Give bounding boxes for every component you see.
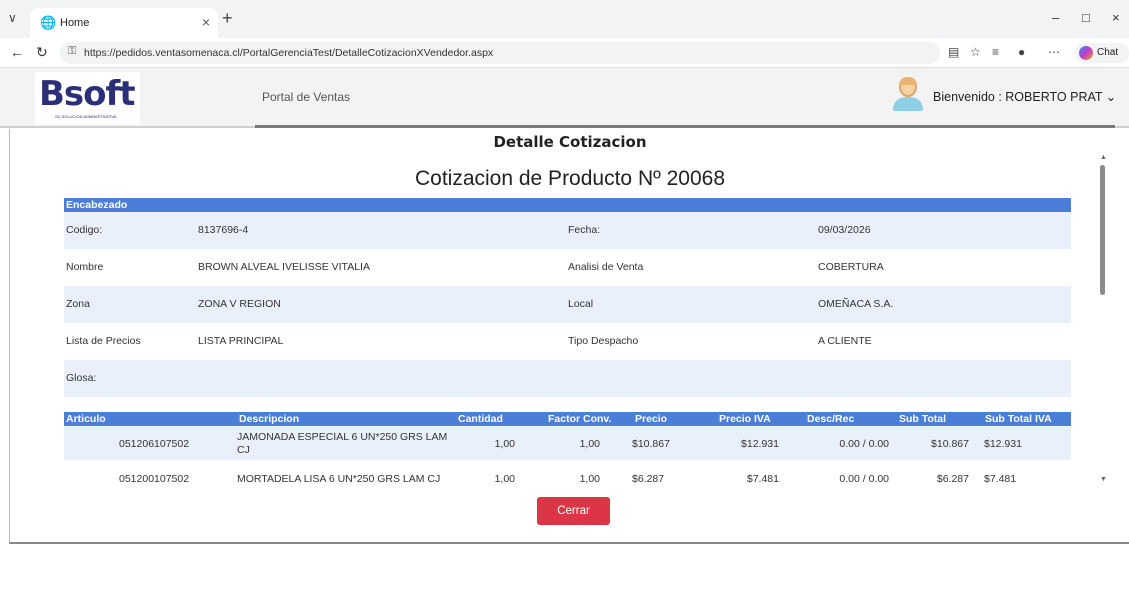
page-title: Detalle Cotizacion xyxy=(493,133,647,151)
cell-sub-total: $10.867 xyxy=(931,438,969,450)
cell-sub-total-iva: $7.481 xyxy=(984,473,1017,485)
scroll-up-icon[interactable]: ▲ xyxy=(1100,154,1107,161)
cell-precio-iva: $7.481 xyxy=(746,473,779,485)
document-title: Cotizacion de Producto Nº 20068 xyxy=(414,167,726,190)
favorite-star-icon[interactable]: ☆ xyxy=(970,45,981,59)
cell-sub-total: $6.287 xyxy=(936,473,969,485)
table-header: Articulo Descripcion Cantidad Factor Con… xyxy=(64,412,1071,426)
field-value: 8137696-4 xyxy=(198,224,249,236)
column-header: Precio xyxy=(635,413,668,425)
field-value: ZONA V REGION xyxy=(198,298,281,310)
cell-desc-rec: 0.00 / 0.00 xyxy=(839,438,889,450)
field-value: 09/03/2026 xyxy=(818,224,871,236)
field-label: Glosa: xyxy=(66,372,97,384)
cell-precio-iva: $12.931 xyxy=(741,438,779,450)
refresh-icon[interactable]: ↻ xyxy=(36,44,48,61)
column-header: Precio IVA xyxy=(719,413,771,425)
maximize-icon[interactable]: □ xyxy=(1082,10,1090,25)
field-label: Lista de Precios xyxy=(66,335,141,347)
chat-button[interactable]: Chat xyxy=(1075,43,1129,63)
info-row: Nombre BROWN ALVEAL IVELISSE VITALIA Ana… xyxy=(64,249,1071,286)
cell-articulo: 051206107502 xyxy=(119,438,190,450)
browser-tab-bar: ∨ 🌐 Home × + – □ × xyxy=(0,0,1129,38)
close-window-icon[interactable]: × xyxy=(1112,10,1120,25)
avatar-hair xyxy=(899,77,917,85)
field-value: BROWN ALVEAL IVELISSE VITALIA xyxy=(198,261,370,273)
field-value: OMEÑACA S.A. xyxy=(818,298,894,310)
browser-tab[interactable]: 🌐 Home × xyxy=(30,8,218,38)
avatar-body xyxy=(893,97,923,111)
cell-descripcion: JAMONADA ESPECIAL 6 UN*250 GRS LAM CJ xyxy=(237,431,448,456)
info-row: Lista de Precios LISTA PRINCIPAL Tipo De… xyxy=(64,323,1071,360)
field-label: Zona xyxy=(66,298,90,310)
back-icon[interactable]: ← xyxy=(10,44,24,60)
field-value: COBERTURA xyxy=(818,261,884,273)
user-menu[interactable]: Bienvenido : ROBERTO PRAT ⌄ xyxy=(933,89,1116,104)
app-header: Bsoft SU SOLUCION ADMINISTRATIVA Portal … xyxy=(0,68,1129,128)
field-label: Tipo Despacho xyxy=(568,335,639,347)
favorites-icon[interactable]: ≡ xyxy=(992,45,999,59)
cell-desc-rec: 0.00 / 0.00 xyxy=(839,473,889,485)
scroll-down-icon[interactable]: ▼ xyxy=(1100,476,1107,483)
more-icon[interactable]: ⋯ xyxy=(1048,45,1060,59)
info-row: Glosa: xyxy=(64,360,1071,397)
column-header: Sub Total IVA xyxy=(985,413,1052,425)
url-text: https://pedidos.ventasomenaca.cl/PortalG… xyxy=(84,47,494,59)
table-row: 051206107502 JAMONADA ESPECIAL 6 UN*250 … xyxy=(64,426,1071,460)
table-row: 051200107502 MORTADELA LISA 6 UN*250 GRS… xyxy=(64,463,1071,497)
column-header: Factor Conv. xyxy=(548,413,612,425)
tab-title: Home xyxy=(60,17,90,29)
cell-factor: 1,00 xyxy=(579,438,600,450)
column-header: Cantidad xyxy=(458,413,503,425)
cell-cantidad: 1,00 xyxy=(494,473,515,485)
field-label: Nombre xyxy=(66,261,104,273)
profile-icon[interactable]: ● xyxy=(1018,45,1025,59)
user-avatar[interactable] xyxy=(893,77,923,111)
info-row: Zona ZONA V REGION Local OMEÑACA S.A. xyxy=(64,286,1071,323)
scrollbar-thumb[interactable] xyxy=(1100,165,1105,295)
chevron-down-icon: ⌄ xyxy=(1105,90,1117,104)
logo-tagline: SU SOLUCION ADMINISTRATIVA xyxy=(55,114,117,119)
minimize-icon[interactable]: – xyxy=(1052,10,1059,25)
cell-factor: 1,00 xyxy=(579,473,600,485)
lock-icon: ⚿ xyxy=(68,45,77,57)
close-button[interactable]: Cerrar xyxy=(537,497,610,525)
new-tab-icon[interactable]: + xyxy=(222,9,233,27)
field-value: LISTA PRINCIPAL xyxy=(198,335,284,347)
info-row: Codigo: 8137696-4 Fecha: 09/03/2026 xyxy=(64,212,1071,249)
cell-precio: $10.867 xyxy=(632,438,670,450)
cell-sub-total-iva: $12.931 xyxy=(984,438,1022,450)
cell-precio: $6.287 xyxy=(632,473,665,485)
field-value: A CLIENTE xyxy=(818,335,872,347)
column-header: Articulo xyxy=(66,413,106,425)
field-label: Fecha: xyxy=(568,224,601,236)
cell-cantidad: 1,00 xyxy=(494,438,515,450)
copilot-icon xyxy=(1079,46,1093,60)
header-underline xyxy=(255,125,1115,128)
field-label: Codigo: xyxy=(66,224,103,236)
field-label: Local xyxy=(568,298,594,310)
url-field[interactable]: ⚿ https://pedidos.ventasomenaca.cl/Porta… xyxy=(60,42,940,64)
globe-icon: 🌐 xyxy=(40,15,57,30)
close-tab-icon[interactable]: × xyxy=(202,14,210,30)
reader-icon[interactable]: ▤ xyxy=(948,45,959,59)
field-label: Analisi de Venta xyxy=(568,261,644,273)
column-header: Desc/Rec xyxy=(807,413,855,425)
welcome-text: Bienvenido : ROBERTO PRAT xyxy=(933,90,1103,104)
logo-text: Bsoft xyxy=(39,74,136,114)
bsoft-logo[interactable]: Bsoft SU SOLUCION ADMINISTRATIVA xyxy=(35,72,140,124)
column-header: Descripcion xyxy=(239,413,300,425)
tab-list-chevron-icon[interactable]: ∨ xyxy=(8,11,17,25)
column-header: Sub Total xyxy=(899,413,947,425)
detail-panel: Detalle Cotizacion Cotizacion de Product… xyxy=(9,129,1129,544)
chat-label: Chat xyxy=(1097,47,1119,58)
portal-name: Portal de Ventas xyxy=(262,90,351,104)
cell-articulo: 051200107502 xyxy=(119,473,190,485)
address-bar: ← ↻ ⚿ https://pedidos.ventasomenaca.cl/P… xyxy=(0,38,1129,68)
cell-descripcion: MORTADELA LISA 6 UN*250 GRS LAM CJ xyxy=(237,473,441,485)
section-header: Encabezado xyxy=(64,198,1071,212)
